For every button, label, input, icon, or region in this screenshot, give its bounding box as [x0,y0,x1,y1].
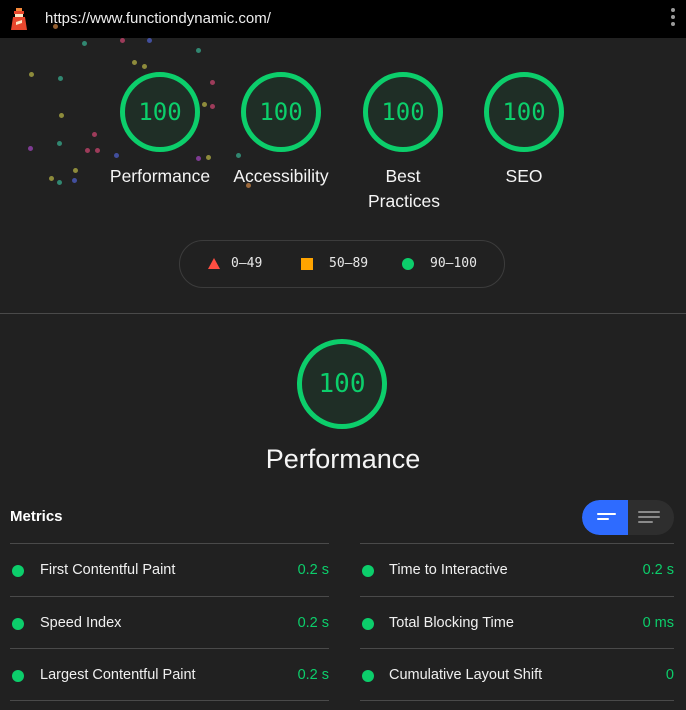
gauge-performance[interactable]: 100 Performance [95,72,225,189]
pass-circle-icon [12,565,24,577]
gauge-label: Accessibility [233,166,329,186]
metric-value: 0.2 s [297,562,329,578]
legend-fail: 0–49 [208,256,262,271]
metrics-column-left: First Contentful Paint 0.2 s Speed Index… [10,543,329,701]
legend-range: 90–100 [430,256,477,271]
more-vert-icon[interactable] [669,8,677,30]
metric-value: 0.2 s [297,614,329,631]
metric-row: Speed Index 0.2 s [10,595,329,649]
pass-circle-icon [362,670,374,682]
browser-bar: https://www.functiondynamic.com/ [0,0,686,38]
score-value: 100 [259,98,303,126]
pass-circle-icon [12,617,24,630]
legend-pass: 90–100 [402,256,477,271]
metric-name: Cumulative Layout Shift [389,667,543,683]
metric-name: Total Blocking Time [389,614,514,631]
metric-name: Speed Index [40,614,122,631]
metric-row: Time to Interactive 0.2 s [360,543,674,596]
section-title: Performance [265,444,421,474]
gauge-best-practices[interactable]: 100 Best Practices [338,72,468,214]
score-ring: 100 [484,72,564,152]
gauge-seo[interactable]: 100 SEO [459,72,589,189]
score-value: 100 [502,98,546,126]
compact-view-button[interactable] [582,500,628,535]
gauge-label: Performance [109,166,211,186]
category-gauges: 100 Performance 100 Accessibility 100 Be… [0,72,686,222]
triangle-icon [208,258,220,269]
score-value: 100 [381,98,425,126]
metric-row: Total Blocking Time 0 ms [360,595,674,649]
metric-value: 0.2 s [297,667,329,683]
metric-value: 0.2 s [642,562,674,578]
square-icon [301,257,313,270]
pass-circle-icon [362,617,374,630]
metrics-view-toggle[interactable] [582,500,674,535]
score-value: 100 [318,369,366,399]
metric-value: 0 ms [642,614,674,631]
score-ring: 100 [241,72,321,152]
score-ring: 100 [363,72,443,152]
metrics-heading: Metrics [10,508,63,525]
legend-range: 0–49 [231,256,263,271]
gauge-label: Best Practices [368,166,440,211]
gauge-label: SEO [505,166,543,186]
pass-circle-icon [362,565,374,577]
metric-name: First Contentful Paint [40,562,176,578]
metric-value: 0 [665,667,674,683]
metric-row: Largest Contentful Paint 0.2 s [10,648,329,701]
url-text[interactable]: https://www.functiondynamic.com/ [45,10,271,27]
score-legend: 0–49 50–89 90–100 [179,240,505,288]
metrics-column-right: Time to Interactive 0.2 s Total Blocking… [360,543,674,701]
pass-circle-icon [12,670,24,682]
gauge-accessibility[interactable]: 100 Accessibility [216,72,346,189]
legend-range: 50–89 [329,256,369,271]
score-value: 100 [138,98,182,126]
metric-name: Time to Interactive [389,562,508,578]
performance-score-gauge: 100 [297,339,387,429]
legend-average: 50–89 [301,256,368,271]
circle-icon [402,257,414,270]
metric-name: Largest Contentful Paint [40,667,196,683]
lighthouse-icon [11,8,27,30]
expanded-view-button[interactable] [628,500,674,535]
section-divider [0,313,686,314]
metric-row: First Contentful Paint 0.2 s [10,543,329,596]
score-ring: 100 [120,72,200,152]
metric-row: Cumulative Layout Shift 0 [360,648,674,701]
